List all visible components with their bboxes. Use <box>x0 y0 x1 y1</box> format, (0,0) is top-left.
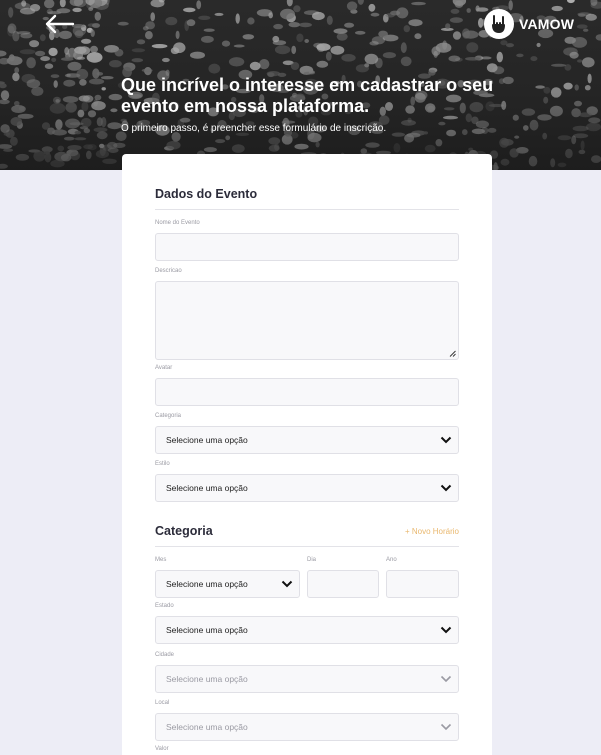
arrow-left-icon[interactable] <box>42 10 76 38</box>
event-name-input[interactable] <box>155 233 459 261</box>
month-select[interactable]: Selecione uma opção <box>155 570 300 598</box>
event-name-label: Nome do Evento <box>155 220 200 226</box>
category-select[interactable]: Selecione uma opção <box>155 426 459 454</box>
chevron-down-icon <box>440 484 452 492</box>
price-label: Valor <box>155 746 169 752</box>
banner-input[interactable] <box>155 378 459 406</box>
logo[interactable]: VAMOW <box>484 9 574 39</box>
description-label: Descricao <box>155 268 182 274</box>
chevron-down-icon <box>440 723 452 731</box>
month-label: Mes <box>155 557 167 563</box>
page-subtitle: O primeiro passo, é preencher esse formu… <box>121 123 387 134</box>
add-schedule-link[interactable]: + Novo Horário <box>405 527 459 536</box>
resize-handle-icon[interactable] <box>449 350 456 357</box>
state-select-value: Selecione uma opção <box>166 625 248 635</box>
state-select[interactable]: Selecione uma opção <box>155 616 459 644</box>
chevron-down-icon <box>440 675 452 683</box>
day-input[interactable] <box>307 570 379 598</box>
month-select-value: Selecione uma opção <box>166 579 248 589</box>
category-select-value: Selecione uma opção <box>166 435 248 445</box>
chevron-down-icon <box>440 626 452 634</box>
venue-label: Local <box>155 700 170 706</box>
section-title-schedule: Categoria <box>155 524 213 538</box>
city-label: Cidade <box>155 652 175 658</box>
style-label: Estilo <box>155 461 170 467</box>
logo-text: VAMOW <box>519 16 575 32</box>
rock-hand-icon <box>484 9 514 39</box>
year-label: Ano <box>386 557 397 563</box>
section-divider <box>155 546 459 547</box>
banner-label: Avatar <box>155 365 173 371</box>
city-select-value: Selecione uma opção <box>166 674 248 684</box>
section-title-event: Dados do Evento <box>155 187 258 201</box>
chevron-down-icon <box>440 436 452 444</box>
venue-select[interactable]: Selecione uma opção <box>155 713 459 741</box>
description-textarea[interactable] <box>155 281 459 360</box>
day-label: Dia <box>307 557 317 563</box>
style-select-value: Selecione uma opção <box>166 483 248 493</box>
hero-banner: VAMOW Que incrível o interesse em cadast… <box>0 0 601 170</box>
state-label: Estado <box>155 603 174 609</box>
registration-form-card: Dados do Evento Nome do Evento Descricao… <box>122 154 492 755</box>
style-select[interactable]: Selecione uma opção <box>155 474 459 502</box>
chevron-down-icon <box>281 580 293 588</box>
category-label: Categoria <box>155 413 182 419</box>
year-input[interactable] <box>386 570 459 598</box>
venue-select-value: Selecione uma opção <box>166 722 248 732</box>
page-title: Que incrível o interesse em cadastrar o … <box>121 75 494 116</box>
section-divider <box>155 209 459 210</box>
city-select[interactable]: Selecione uma opção <box>155 665 459 693</box>
